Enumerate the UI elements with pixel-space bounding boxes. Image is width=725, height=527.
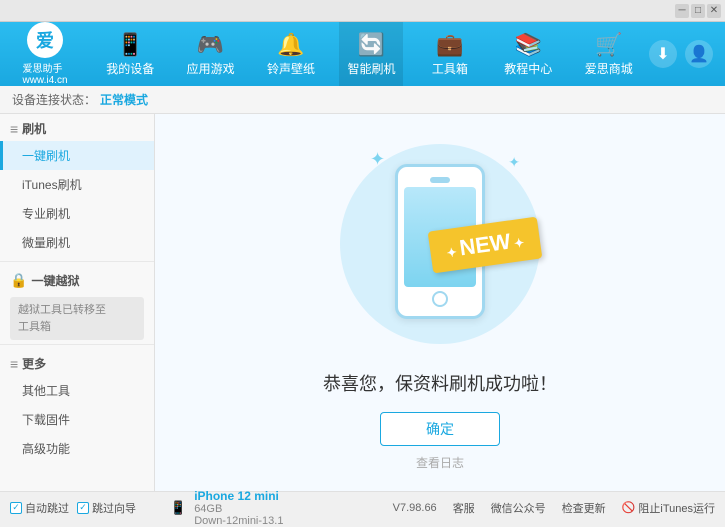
download-btn[interactable]: ⬇: [649, 40, 677, 68]
sidebar-itunes-flash[interactable]: iTunes刷机: [0, 170, 154, 199]
nav-my-device[interactable]: 📱 我的设备: [98, 22, 162, 86]
more-section-label: 更多: [22, 355, 46, 372]
wechat-link[interactable]: 微信公众号: [491, 500, 546, 516]
phone-notch: [430, 177, 450, 183]
nav-wishlist[interactable]: 🛒 爱思商城: [577, 22, 641, 86]
phone-home-btn: [432, 291, 448, 307]
confirm-button[interactable]: 确定: [380, 412, 500, 446]
view-log-link[interactable]: 查看日志: [416, 454, 464, 471]
skip-guide-checkbox[interactable]: 跳过向导: [77, 500, 136, 516]
jailbreak-icon: 🔒: [10, 272, 27, 289]
nav-ringtone[interactable]: 🔔 铃声壁纸: [259, 22, 323, 86]
flash-section-label: 刷机: [22, 120, 46, 137]
smart-flash-icon: 🔄: [358, 32, 385, 58]
nav-smart-flash[interactable]: 🔄 智能刷机: [339, 22, 403, 86]
more-section-icon: ≡: [10, 356, 18, 372]
sidebar: ≡ 刷机 一键刷机 iTunes刷机 专业刷机 微量刷机 🔒 一键越狱 越狱工具…: [0, 114, 155, 491]
status-value: 正常模式: [100, 91, 148, 108]
logo-area: 爱 爱思助手 www.i4.cn: [0, 22, 90, 86]
close-btn[interactable]: ✕: [707, 4, 721, 18]
sidebar-other-tools[interactable]: 其他工具: [0, 376, 154, 405]
nav-ringtone-label: 铃声壁纸: [267, 60, 315, 77]
auto-jump-check-icon: [10, 502, 22, 514]
minimize-btn[interactable]: ─: [675, 4, 689, 18]
top-nav: 爱 爱思助手 www.i4.cn 📱 我的设备 🎮 应用游戏 🔔 铃声壁纸 🔄 …: [0, 22, 725, 86]
sidebar-divider-1: [0, 261, 154, 262]
more-section-header: ≡ 更多: [0, 349, 154, 376]
skip-guide-label: 跳过向导: [92, 500, 136, 516]
content-area: ✦ ✦ NEW 恭喜您，保资料刷机成功啦！ 确定 查看日志: [155, 114, 725, 491]
sidebar-advanced[interactable]: 高级功能: [0, 434, 154, 463]
toolbox-icon: 💼: [436, 32, 463, 58]
wishlist-icon: 🛒: [595, 32, 622, 58]
nav-app-game[interactable]: 🎮 应用游戏: [179, 22, 243, 86]
nav-my-device-label: 我的设备: [106, 60, 154, 77]
sparkle-icon-left: ✦: [370, 149, 385, 170]
bottom-right: V7.98.66 客服 微信公众号 检查更新 🚫 阻止iTunes运行: [393, 500, 715, 516]
device-firmware: Down-12mini-13.1: [194, 515, 283, 527]
logo-text: 爱思助手 www.i4.cn: [22, 60, 67, 86]
flash-section-icon: ≡: [10, 121, 18, 137]
bottom-bar: 自动跳过 跳过向导 📱 iPhone 12 mini 64GB Down-12m…: [0, 491, 725, 523]
sidebar-divider-2: [0, 344, 154, 345]
success-text: 恭喜您，保资料刷机成功啦！: [323, 370, 557, 396]
main-layout: ≡ 刷机 一键刷机 iTunes刷机 专业刷机 微量刷机 🔒 一键越狱 越狱工具…: [0, 114, 725, 491]
status-bar: 设备连接状态： 正常模式: [0, 86, 725, 114]
nav-toolbox-label: 工具箱: [432, 60, 468, 77]
itunes-status: 🚫 阻止iTunes运行: [622, 500, 715, 516]
app-game-icon: 🎮: [197, 32, 224, 58]
user-btn[interactable]: 👤: [685, 40, 713, 68]
device-storage: 64GB: [194, 503, 283, 515]
device-info: iPhone 12 mini 64GB Down-12mini-13.1: [194, 489, 283, 527]
sidebar-download-fw[interactable]: 下载固件: [0, 405, 154, 434]
version-label: V7.98.66: [393, 502, 437, 514]
sidebar-one-key-flash[interactable]: 一键刷机: [0, 141, 154, 170]
nav-right: ⬇ 👤: [649, 40, 725, 68]
device-phone-icon: 📱: [170, 500, 186, 516]
jailbreak-section-label: 一键越狱: [31, 272, 79, 289]
skip-guide-check-icon: [77, 502, 89, 514]
sidebar-save-flash[interactable]: 微量刷机: [0, 228, 154, 257]
itunes-status-icon: 🚫: [622, 501, 636, 514]
check-update-link[interactable]: 检查更新: [562, 500, 606, 516]
ringtone-icon: 🔔: [277, 32, 304, 58]
sparkle-icon-right: ✦: [508, 154, 520, 171]
auto-jump-checkbox[interactable]: 自动跳过: [10, 500, 69, 516]
nav-tutorial[interactable]: 📚 教程中心: [496, 22, 560, 86]
tutorial-icon: 📚: [515, 32, 542, 58]
logo-icon: 爱: [27, 22, 63, 58]
customer-service-link[interactable]: 客服: [453, 500, 475, 516]
flash-section-header: ≡ 刷机: [0, 114, 154, 141]
itunes-status-label: 阻止iTunes运行: [638, 500, 715, 516]
nav-toolbox[interactable]: 💼 工具箱: [420, 22, 480, 86]
phone-illustration: ✦ ✦ NEW: [330, 134, 550, 354]
nav-items: 📱 我的设备 🎮 应用游戏 🔔 铃声壁纸 🔄 智能刷机 💼 工具箱 📚 教程中心…: [90, 22, 649, 86]
auto-jump-label: 自动跳过: [25, 500, 69, 516]
status-label: 设备连接状态：: [12, 91, 96, 108]
sidebar-pro-flash[interactable]: 专业刷机: [0, 199, 154, 228]
title-bar: ─ □ ✕: [0, 0, 725, 22]
maximize-btn[interactable]: □: [691, 4, 705, 18]
jailbreak-note: 越狱工具已转移至工具箱: [10, 297, 144, 340]
nav-smart-flash-label: 智能刷机: [347, 60, 395, 77]
bottom-left: 自动跳过 跳过向导: [10, 500, 170, 516]
my-device-icon: 📱: [117, 32, 144, 58]
device-info-row: 📱 iPhone 12 mini 64GB Down-12mini-13.1: [170, 489, 283, 527]
nav-app-game-label: 应用游戏: [187, 60, 235, 77]
nav-wishlist-label: 爱思商城: [585, 60, 633, 77]
nav-tutorial-label: 教程中心: [504, 60, 552, 77]
jailbreak-section-header: 🔒 一键越狱: [0, 266, 154, 293]
